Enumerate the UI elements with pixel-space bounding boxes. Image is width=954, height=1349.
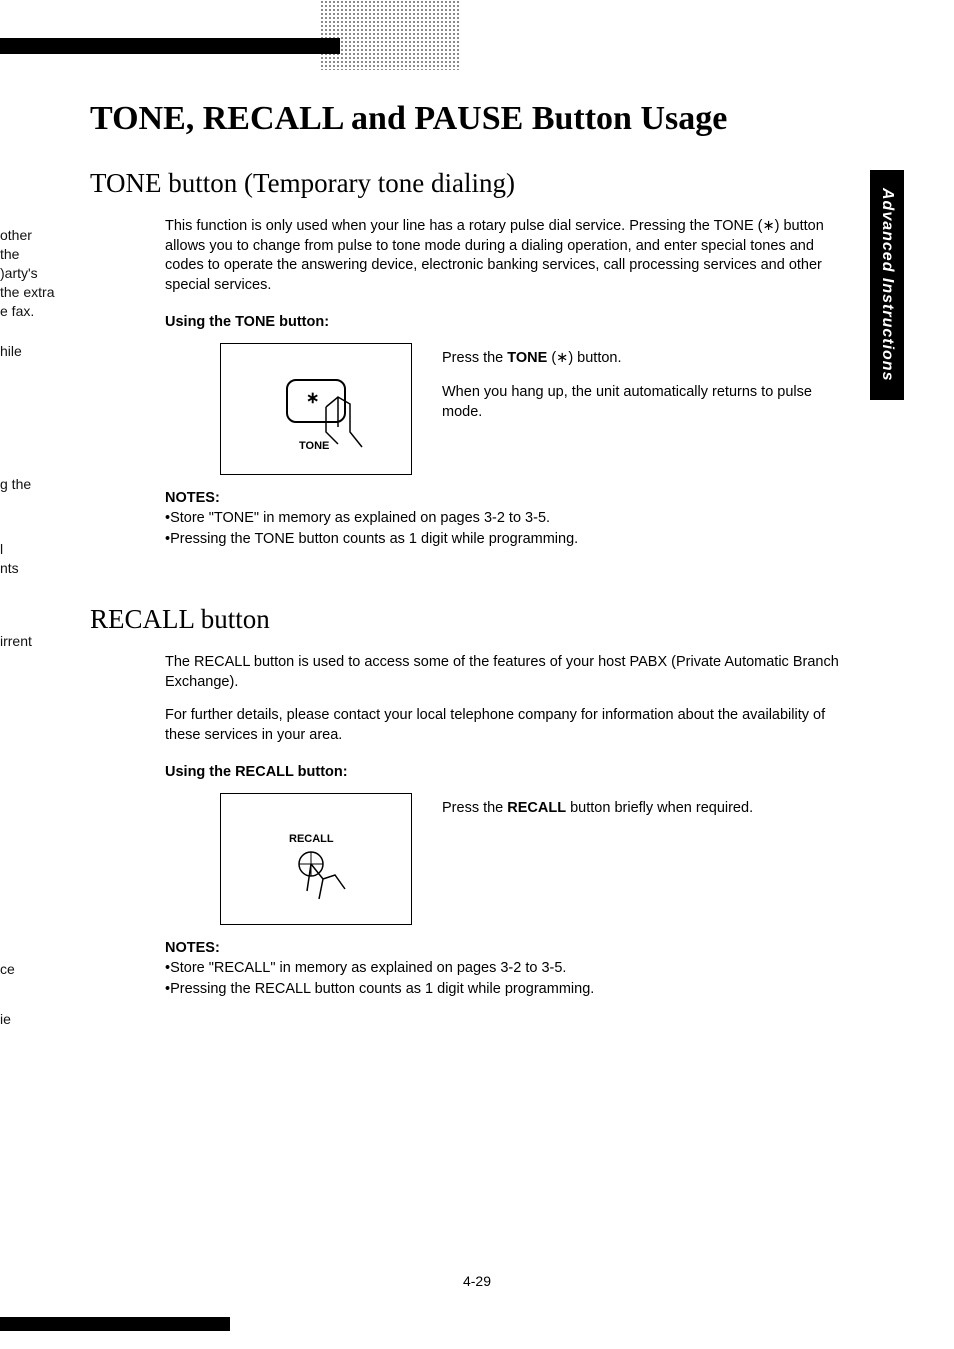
page-number: 4-29 bbox=[0, 1273, 954, 1289]
finger-press-icon bbox=[316, 392, 376, 462]
recall-figure-caption: Press the RECALL button briefly when req… bbox=[442, 793, 753, 818]
tone-using-label: Using the TONE button: bbox=[165, 313, 845, 333]
section-tab: Advanced Instructions bbox=[870, 170, 904, 400]
recall-note-1: •Store "RECALL" in memory as explained o… bbox=[165, 958, 845, 978]
offpage-fragment: g the bbox=[0, 475, 31, 494]
section-tab-label: Advanced Instructions bbox=[878, 188, 896, 381]
recall-key-label: RECALL bbox=[289, 832, 334, 847]
offpage-fragment: ie bbox=[0, 1010, 11, 1029]
offpage-fragment: e fax. bbox=[0, 302, 34, 321]
tone-note-2: •Pressing the TONE button counts as 1 di… bbox=[165, 529, 845, 549]
finger-press-icon bbox=[293, 849, 363, 919]
recall-p1: The RECALL button is used to access some… bbox=[165, 653, 845, 692]
section-heading-tone: TONE button (Temporary tone dialing) bbox=[90, 168, 850, 199]
scan-artifact bbox=[320, 0, 460, 70]
recall-notes-heading: NOTES: bbox=[165, 939, 845, 959]
offpage-fragment: the extra bbox=[0, 283, 54, 302]
tone-figure-caption: Press the TONE (∗) button. When you hang… bbox=[442, 343, 845, 423]
offpage-fragment: nts bbox=[0, 559, 19, 578]
recall-figure: RECALL bbox=[220, 793, 412, 925]
recall-using-label: Using the RECALL button: bbox=[165, 763, 845, 783]
offpage-fragment: the bbox=[0, 245, 19, 264]
offpage-fragment: ce bbox=[0, 960, 15, 979]
offpage-fragment: l bbox=[0, 540, 3, 559]
recall-note-2: •Pressing the RECALL button counts as 1 … bbox=[165, 979, 845, 999]
tone-intro: This function is only used when your lin… bbox=[165, 217, 845, 295]
tone-figure: ∗ TONE bbox=[220, 343, 412, 475]
offpage-fragment: )arty's bbox=[0, 264, 38, 283]
offpage-fragment: hile bbox=[0, 342, 22, 361]
section-heading-recall: RECALL button bbox=[90, 604, 850, 635]
scan-artifact-bottom bbox=[0, 1317, 230, 1331]
offpage-fragment: other bbox=[0, 226, 32, 245]
offpage-fragment: irrent bbox=[0, 632, 32, 651]
scan-artifact-bar bbox=[0, 38, 340, 54]
page-title: TONE, RECALL and PAUSE Button Usage bbox=[90, 100, 850, 138]
tone-note-1: •Store "TONE" in memory as explained on … bbox=[165, 508, 845, 528]
recall-p2: For further details, please contact your… bbox=[165, 706, 845, 745]
tone-notes-heading: NOTES: bbox=[165, 489, 845, 509]
